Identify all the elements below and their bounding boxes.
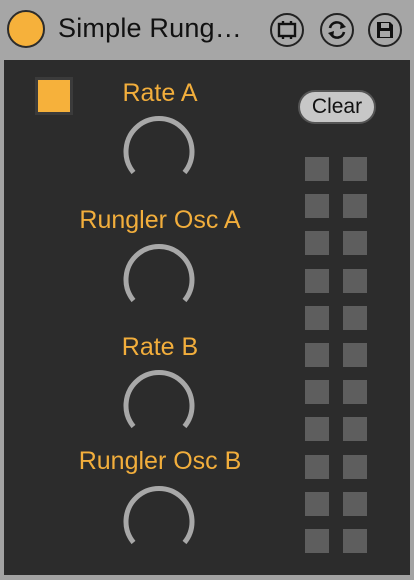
rate-a-knob[interactable] <box>117 108 201 192</box>
grid-cell[interactable] <box>343 492 367 516</box>
grid-cell[interactable] <box>343 343 367 367</box>
grid-cell[interactable] <box>343 380 367 404</box>
knob-label-rate-a: Rate A <box>122 79 198 107</box>
save-button[interactable] <box>368 13 402 47</box>
grid-cell[interactable] <box>343 417 367 441</box>
grid-cell[interactable] <box>305 269 329 293</box>
grid-cell[interactable] <box>343 194 367 218</box>
grid-cell[interactable] <box>305 343 329 367</box>
device-panel: Rate A Rungler Osc A Rate B Rungler Osc … <box>4 60 410 575</box>
grid-cell[interactable] <box>305 231 329 255</box>
grid-cell[interactable] <box>343 529 367 553</box>
grid-cell[interactable] <box>305 492 329 516</box>
freeze-button[interactable] <box>270 13 304 47</box>
device-title[interactable]: Simple Rung… <box>58 13 242 44</box>
hot-swap-button[interactable] <box>320 13 354 47</box>
rungler-osc-b-knob[interactable] <box>117 478 201 562</box>
grid-cell[interactable] <box>305 529 329 553</box>
grid-cell[interactable] <box>305 380 329 404</box>
grid-cell[interactable] <box>343 269 367 293</box>
grid-cell[interactable] <box>343 455 367 479</box>
grid-cell[interactable] <box>343 231 367 255</box>
grid-cell[interactable] <box>305 455 329 479</box>
device-titlebar: Simple Rung… <box>0 0 414 60</box>
grid-cell[interactable] <box>305 157 329 181</box>
save-icon <box>377 22 393 38</box>
rate-b-knob[interactable] <box>117 362 201 446</box>
grid-cell[interactable] <box>343 157 367 181</box>
device-activator-button[interactable] <box>7 10 45 48</box>
rungler-osc-a-knob[interactable] <box>117 236 201 320</box>
knob-label-rungler-osc-a: Rungler Osc A <box>79 206 241 234</box>
grid-cell[interactable] <box>305 194 329 218</box>
knob-label-rate-b: Rate B <box>121 333 199 361</box>
grid-cell[interactable] <box>305 306 329 330</box>
hot-swap-icon <box>328 21 346 39</box>
grid-cell[interactable] <box>305 417 329 441</box>
rungler-device: Simple Rung… Rate A Rungler Osc A Rate B… <box>0 0 414 580</box>
freeze-icon <box>277 21 297 39</box>
knob-label-rungler-osc-b: Rungler Osc B <box>78 447 242 475</box>
grid-cell[interactable] <box>343 306 367 330</box>
clear-button[interactable]: Clear <box>298 90 376 124</box>
